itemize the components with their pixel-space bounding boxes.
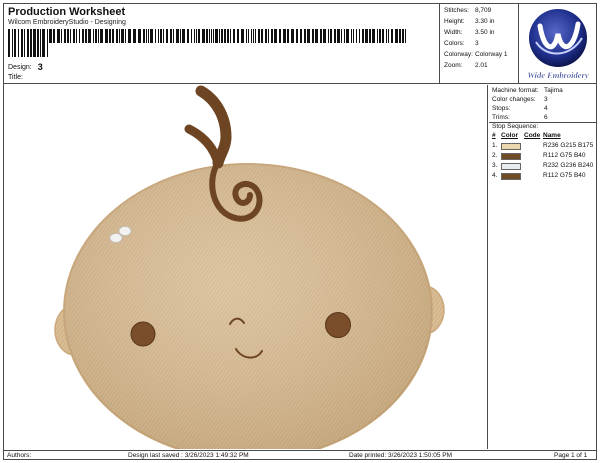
right-eye — [325, 312, 351, 338]
page-title: Production Worksheet — [8, 6, 126, 18]
stat-colorway: Colorway: Colorway 1 — [444, 51, 508, 58]
stats-panel: Stitches: 8,709 Height: 3.30 in Width: 3.50… — [441, 4, 519, 84]
page-number: Page 1 of 1 — [554, 452, 588, 459]
worksheet-header: Production Worksheet Wilcom EmbroiderySt… — [4, 4, 596, 84]
stop-row: 1. R236 G215 B175 — [492, 142, 594, 150]
machine-format: Machine format: Tajima — [492, 87, 563, 94]
barcode — [8, 29, 406, 57]
design-value: 3 — [37, 62, 43, 72]
stops: Stops: 4 — [492, 105, 548, 112]
worksheet-footer: Authors: Design last saved : 3/26/2023 1… — [4, 450, 596, 460]
production-worksheet: Production Worksheet Wilcom EmbroiderySt… — [3, 3, 597, 461]
last-saved: Design last saved : 3/26/2023 1:49:32 PM — [128, 452, 249, 459]
color-swatch — [501, 163, 521, 170]
color-swatch — [501, 173, 521, 180]
left-eye — [130, 321, 156, 347]
title-label: Title: — [8, 74, 23, 81]
color-changes: Color changes: 3 — [492, 96, 548, 103]
design-label: Design: — [8, 64, 32, 71]
stop-row: 2. R112 G75 B40 — [492, 152, 586, 160]
authors-label: Authors: — [7, 452, 32, 459]
header-info-panel: Production Worksheet Wilcom EmbroiderySt… — [4, 4, 440, 84]
stat-colors: Colors: 3 — [444, 40, 479, 47]
trims: Trims: 6 — [492, 114, 548, 121]
color-swatch — [501, 153, 521, 160]
logo-text: Wide Embroidery — [527, 70, 589, 80]
company-logo: Wide Embroidery — [520, 4, 596, 84]
stat-zoom: Zoom: 2.01 — [444, 62, 488, 69]
stat-height: Height: 3.30 in — [444, 18, 495, 25]
color-swatch — [501, 143, 521, 150]
machine-info-panel: Machine format: Tajima Color changes: 3 St… — [489, 85, 596, 449]
stop-sequence-title: Stop Sequence: — [492, 123, 539, 130]
stop-row: 3. R232 G236 B240 — [492, 162, 594, 170]
date-printed: Date printed: 3/26/2023 1:50:05 PM — [349, 452, 452, 459]
stop-row: 4. R112 G75 B40 — [492, 172, 586, 180]
software-name: Wilcom EmbroideryStudio - Designing — [8, 19, 126, 26]
stat-width: Width: 3.50 in — [444, 29, 495, 36]
design-preview — [4, 85, 488, 461]
stat-stitches: Stitches: 8,709 — [444, 7, 492, 14]
design-row: Design: 3 — [8, 61, 43, 72]
head-shine — [109, 233, 123, 243]
baby-face-design — [54, 85, 445, 461]
